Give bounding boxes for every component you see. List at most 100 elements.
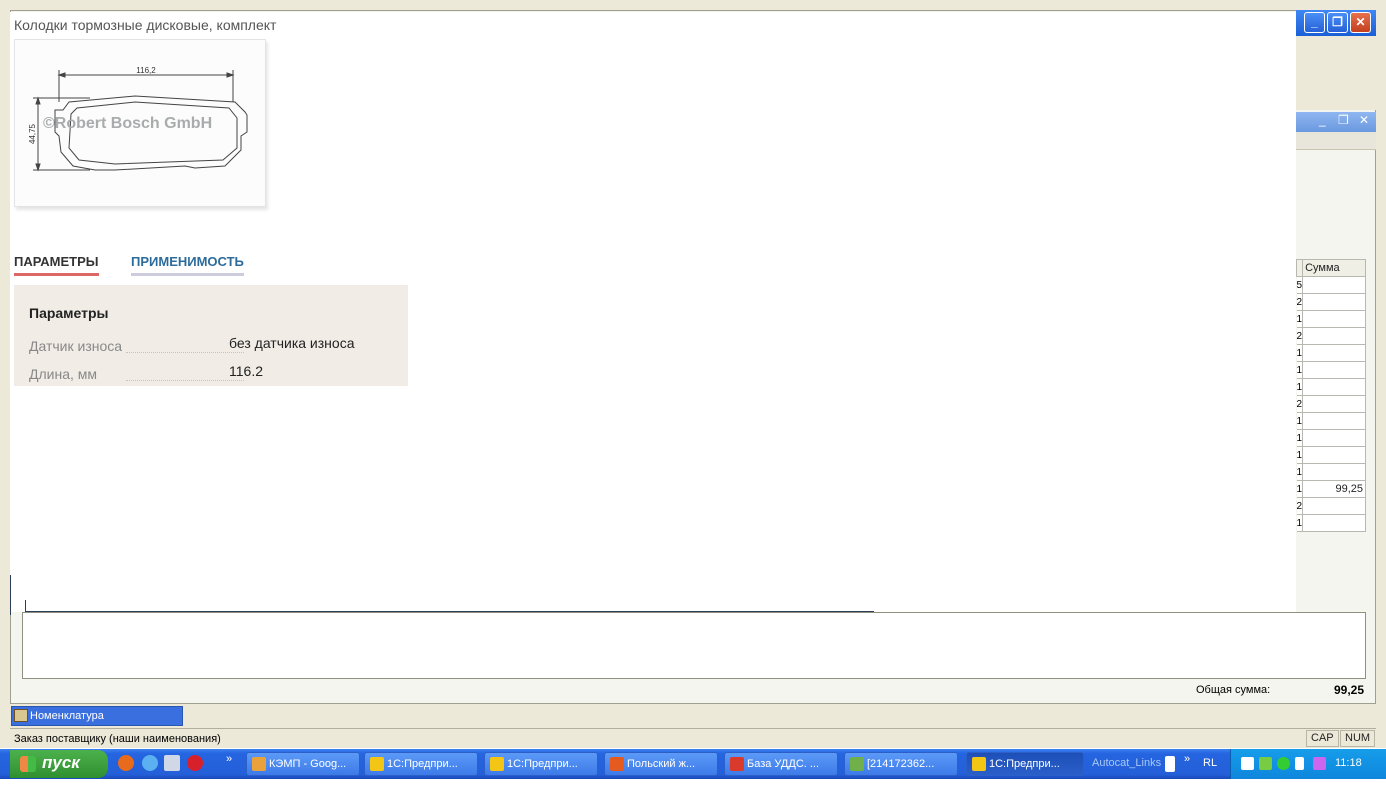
product-drawing[interactable]: 116,2 44,75 ©Robert Bosch GmbH (14, 39, 266, 207)
taskbar-button[interactable]: База УДДС. ... (724, 752, 838, 776)
taskbar-app-icon (730, 757, 744, 771)
antivirus-icon[interactable] (1277, 757, 1290, 770)
param-row-wear-sensor: Датчик износа без датчика износа (29, 334, 399, 354)
table-cell-summa[interactable] (1302, 344, 1366, 362)
table-row[interactable]: 1 (1296, 514, 1366, 532)
drawing-width-label: 116,2 (136, 66, 156, 75)
table-cell-summa[interactable] (1302, 276, 1366, 294)
summa-table[interactable]: Сумма 5 2 1 2 1 1 1 2 1 1 1 1 1 99,25 2 1 (1295, 259, 1366, 532)
param-dots (126, 352, 244, 353)
toolbar-chevron[interactable]: » (1184, 753, 1190, 765)
cursor-icon[interactable] (1165, 756, 1175, 772)
taskbar-app-icon (252, 757, 266, 771)
table-cell-summa[interactable] (1302, 514, 1366, 532)
tab-parameters[interactable]: ПАРАМЕТРЫ (14, 254, 99, 276)
param-dots (126, 380, 244, 381)
network-icon[interactable] (1241, 757, 1254, 770)
taskbar-button-label: 1С:Предпри... (387, 758, 458, 770)
pin-icon[interactable] (1295, 757, 1304, 770)
taskbar-button[interactable]: 1С:Предпри... (364, 752, 478, 776)
divider-line (25, 611, 874, 612)
product-title: Колодки тормозные дисковые, комплект (14, 17, 277, 33)
start-label: пуск (42, 753, 80, 772)
taskbar-button-label: Польский ж... (627, 758, 696, 770)
taskbar: пуск » КЭМП - Goog... 1С:Предпри... 1С:Пре… (0, 749, 1386, 779)
taskbar-button-label: 1С:Предпри... (507, 758, 578, 770)
onec-subwindow-toolbar (1296, 132, 1376, 150)
taskbar-button[interactable]: Польский ж... (604, 752, 718, 776)
param-value: 116.2 (229, 363, 263, 379)
tray-app-icon[interactable] (1259, 757, 1272, 770)
param-name: Датчик износа (29, 338, 123, 354)
table-row[interactable]: 1 (1296, 412, 1366, 430)
start-button[interactable]: пуск (10, 750, 108, 778)
table-row[interactable]: 1 (1296, 446, 1366, 464)
table-row[interactable]: 1 99,25 (1296, 480, 1366, 498)
table-row[interactable]: 1 (1296, 310, 1366, 328)
close-button[interactable]: ✕ (1350, 12, 1371, 33)
opera-icon[interactable] (187, 755, 203, 771)
table-row[interactable]: 1 (1296, 378, 1366, 396)
table-cell-summa[interactable] (1302, 361, 1366, 379)
window-tab-nomenclature[interactable]: Номенклатура (11, 706, 183, 726)
autocat-links-toolbar[interactable]: Autocat_Links (1092, 757, 1161, 769)
table-row[interactable]: 2 (1296, 395, 1366, 413)
ie-icon[interactable] (142, 755, 158, 771)
restore-button[interactable]: ❐ (1327, 12, 1348, 33)
table-row[interactable]: 1 (1296, 463, 1366, 481)
taskbar-button[interactable]: 1С:Предпри... (484, 752, 598, 776)
window-tab-label: Номенклатура (30, 710, 104, 722)
quicklaunch-chevron[interactable]: » (226, 753, 232, 765)
table-cell-summa[interactable] (1302, 395, 1366, 413)
table-row[interactable]: 2 (1296, 293, 1366, 311)
table-row[interactable]: 5 (1296, 276, 1366, 294)
status-text: Заказ поставщику (наши наименования) (14, 733, 221, 745)
sub-close-button[interactable]: ✕ (1359, 113, 1369, 127)
parameters-heading: Параметры (29, 305, 109, 321)
folder-icon (14, 709, 28, 722)
taskbar-button[interactable]: КЭМП - Goog... (246, 752, 360, 776)
table-cell-summa[interactable] (1302, 310, 1366, 328)
onec-lower-panel (22, 612, 1366, 679)
app-launcher-icon[interactable] (164, 755, 180, 771)
onec-toolbar-fragment (1296, 36, 1376, 110)
table-row[interactable]: 1 (1296, 429, 1366, 447)
num-indicator: NUM (1340, 730, 1376, 747)
monitor-icon[interactable] (1313, 757, 1326, 770)
total-sum-value: 99,25 (1334, 683, 1365, 697)
table-row[interactable]: 1 (1296, 344, 1366, 362)
onec-window-caption: _ ❐ ✕ (1296, 10, 1376, 36)
parameters-panel: Параметры Датчик износа без датчика изно… (14, 285, 408, 386)
table-cell-summa[interactable] (1302, 429, 1366, 447)
summa-column-header[interactable]: Сумма (1302, 259, 1366, 277)
table-cell-summa[interactable] (1302, 293, 1366, 311)
table-row[interactable]: 2 (1296, 497, 1366, 515)
bosch-watermark: ©Robert Bosch GmbH (43, 115, 213, 132)
status-bar: Заказ поставщику (наши наименования) CAP… (10, 728, 1376, 748)
taskbar-app-icon (490, 757, 504, 771)
tab-applicability[interactable]: ПРИМЕНИМОСТЬ (131, 254, 244, 276)
drawing-height-label: 44,75 (28, 123, 37, 144)
total-sum-label: Общая сумма: (1196, 684, 1271, 696)
table-cell-summa[interactable] (1302, 327, 1366, 345)
table-cell-summa[interactable] (1302, 463, 1366, 481)
table-cell-summa[interactable] (1302, 412, 1366, 430)
language-indicator[interactable]: RL (1203, 757, 1217, 769)
taskbar-app-icon (610, 757, 624, 771)
system-tray: 11:18 (1230, 749, 1386, 779)
sub-restore-button[interactable]: ❐ (1338, 113, 1349, 127)
table-cell-summa[interactable]: 99,25 (1302, 480, 1366, 498)
taskbar-button[interactable]: [214172362... (844, 752, 958, 776)
table-cell-summa[interactable] (1302, 497, 1366, 515)
firefox-icon[interactable] (118, 755, 134, 771)
minimize-button[interactable]: _ (1304, 12, 1325, 33)
onec-subwindow-caption: _ ❐ ✕ (1296, 112, 1376, 132)
sub-minimize-button[interactable]: _ (1319, 113, 1326, 127)
table-row[interactable]: 2 (1296, 327, 1366, 345)
param-value: без датчика износа (229, 335, 355, 351)
table-row[interactable]: 1 (1296, 361, 1366, 379)
taskbar-button[interactable]: 1С:Предпри... (966, 752, 1084, 776)
table-cell-summa[interactable] (1302, 378, 1366, 396)
caps-indicator: CAP (1306, 730, 1339, 747)
table-cell-summa[interactable] (1302, 446, 1366, 464)
